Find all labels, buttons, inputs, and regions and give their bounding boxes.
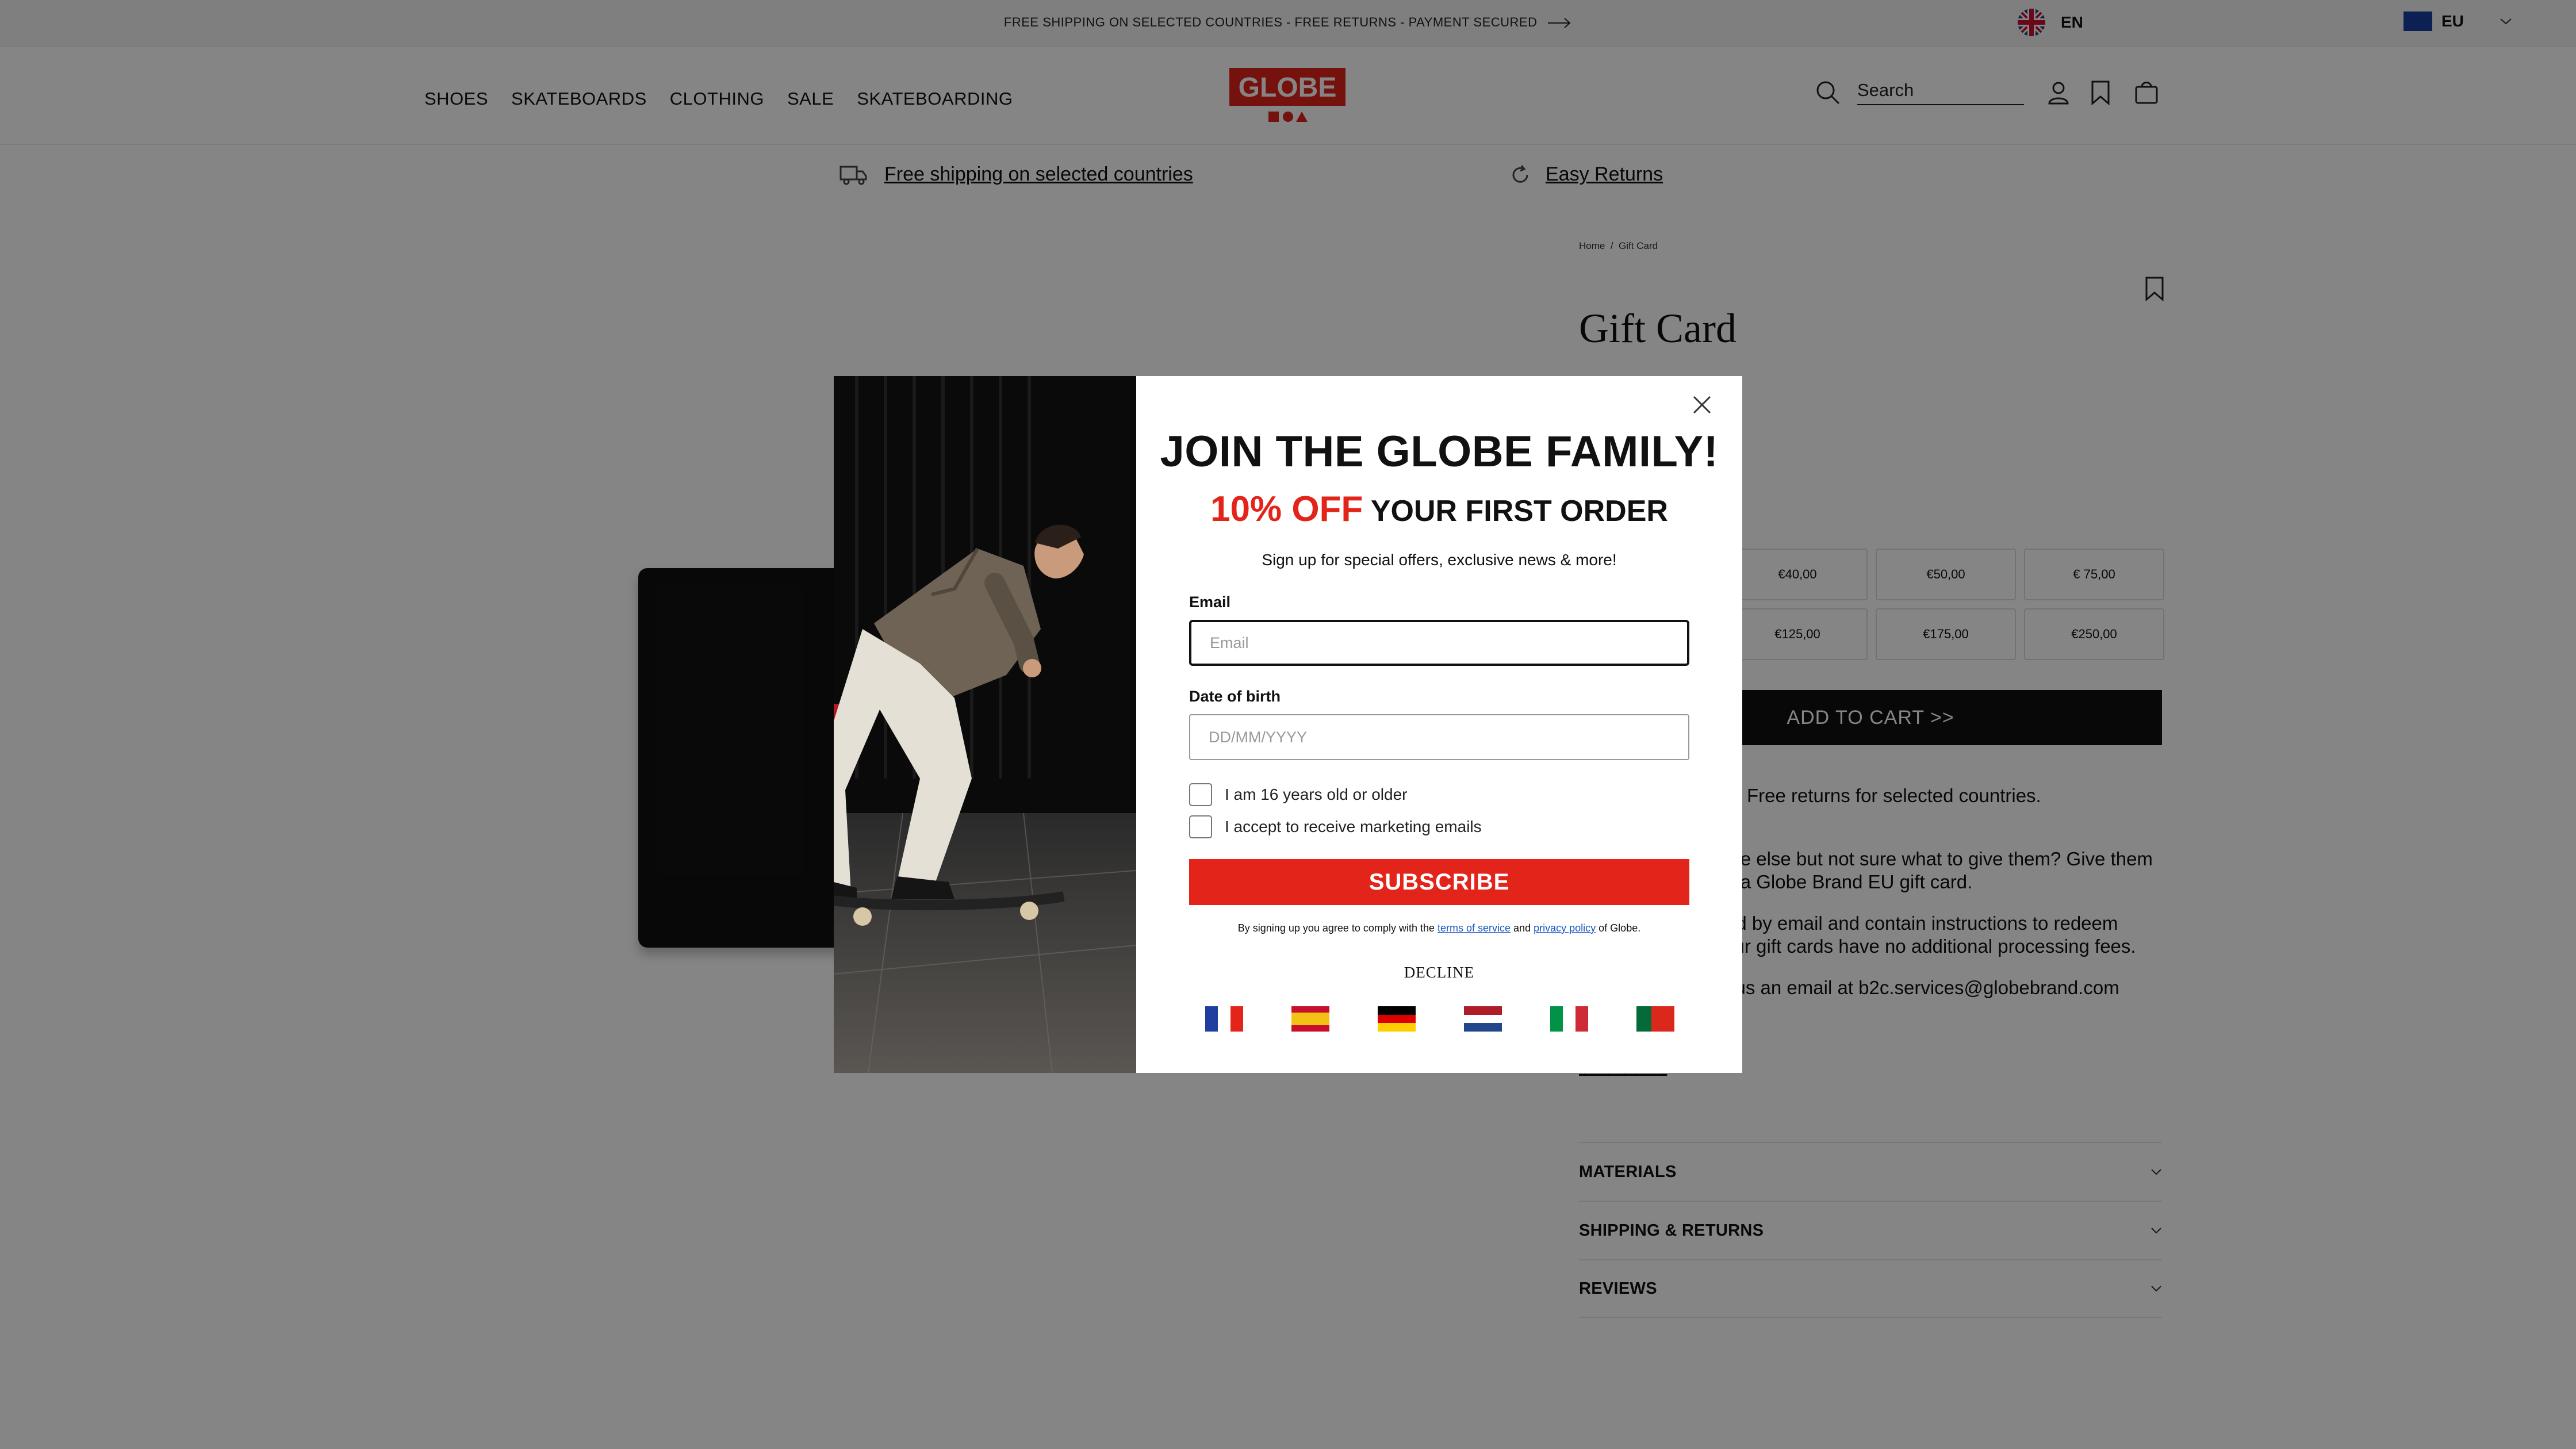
offer-rest: YOUR FIRST ORDER	[1370, 494, 1668, 528]
france-flag-icon[interactable]	[1205, 1006, 1243, 1032]
offer-highlight: 10% OFF	[1210, 489, 1363, 529]
language-flags	[1205, 1006, 1674, 1032]
portugal-flag-icon[interactable]	[1636, 1006, 1674, 1032]
decline-button[interactable]: DECLINE	[1136, 964, 1742, 982]
subscribe-button[interactable]: SUBSCRIBE	[1189, 859, 1689, 905]
privacy-link[interactable]: privacy policy	[1534, 922, 1596, 934]
age-checkbox-row[interactable]: I am 16 years old or older	[1189, 783, 1408, 806]
close-icon[interactable]	[1690, 393, 1713, 416]
popup-headline: JOIN THE GLOBE FAMILY!	[1160, 427, 1719, 476]
popup-offer: 10% OFF YOUR FIRST ORDER	[1136, 489, 1742, 530]
email-field[interactable]: Email	[1189, 620, 1689, 666]
marketing-checkbox-row[interactable]: I accept to receive marketing emails	[1189, 815, 1482, 838]
email-label: Email	[1189, 593, 1231, 611]
spain-flag-icon[interactable]	[1291, 1006, 1329, 1032]
germany-flag-icon[interactable]	[1378, 1006, 1416, 1032]
marketing-checkbox-label: I accept to receive marketing emails	[1225, 818, 1482, 835]
marketing-checkbox[interactable]	[1189, 815, 1212, 838]
popup-tagline: Sign up for special offers, exclusive ne…	[1262, 551, 1617, 569]
popup-skater-photo	[834, 376, 1136, 1073]
terms-link[interactable]: terms of service	[1438, 922, 1511, 934]
age-checkbox-label: I am 16 years old or older	[1225, 785, 1408, 803]
italy-flag-icon[interactable]	[1550, 1006, 1588, 1032]
netherlands-flag-icon[interactable]	[1464, 1006, 1502, 1032]
newsletter-popup: JOIN THE GLOBE FAMILY! 10% OFF YOUR FIRS…	[1136, 376, 1742, 1073]
legal-text: By signing up you agree to comply with t…	[1237, 922, 1641, 934]
dob-label: Date of birth	[1189, 688, 1281, 705]
age-checkbox[interactable]	[1189, 783, 1212, 806]
dob-field[interactable]: DD/MM/YYYY	[1189, 714, 1689, 760]
